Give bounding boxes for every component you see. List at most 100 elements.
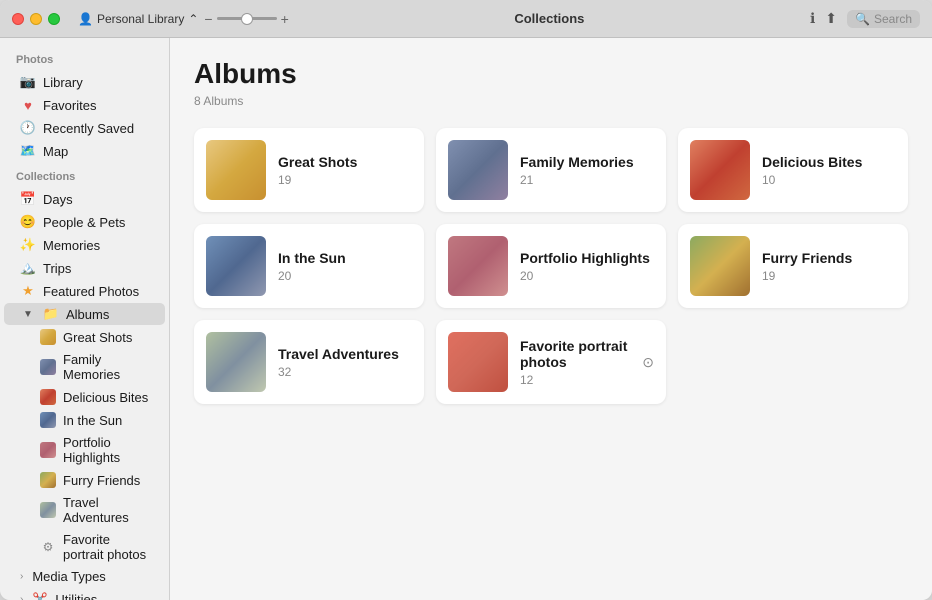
trips-icon: 🏔️ xyxy=(20,260,36,276)
album-card-furry-friends[interactable]: Furry Friends 19 xyxy=(678,224,908,308)
sidebar-item-memories[interactable]: ✨ Memories xyxy=(4,234,165,256)
in-the-sun-thumb xyxy=(206,236,266,296)
albums-icon: 📁 xyxy=(43,306,59,322)
sidebar-item-recently-saved[interactable]: 🕐 Recently Saved xyxy=(4,117,165,139)
sidebar-child-travel-adventures-label: Travel Adventures xyxy=(63,495,149,525)
album-card-portfolio-highlights[interactable]: Portfolio Highlights 20 xyxy=(436,224,666,308)
traffic-lights xyxy=(12,13,60,25)
travel-adventures-count: 32 xyxy=(278,365,412,379)
info-icon[interactable]: ℹ xyxy=(810,10,815,27)
family-memories-mini-thumb xyxy=(40,359,56,375)
sidebar-item-days[interactable]: 📅 Days xyxy=(4,188,165,210)
person-icon: 👤 xyxy=(78,12,93,26)
sidebar-child-favorite-portrait[interactable]: ⚙ Favorite portrait photos xyxy=(4,529,165,565)
sidebar-child-portfolio-highlights[interactable]: Portfolio Highlights xyxy=(4,432,165,468)
sidebar-item-media-types[interactable]: › Media Types xyxy=(4,566,165,587)
sidebar-child-travel-adventures[interactable]: Travel Adventures xyxy=(4,492,165,528)
sidebar-child-family-memories-label: Family Memories xyxy=(63,352,149,382)
maximize-button[interactable] xyxy=(48,13,60,25)
sidebar-item-memories-label: Memories xyxy=(43,238,100,253)
zoom-slider[interactable] xyxy=(217,17,277,20)
sidebar-item-trips-label: Trips xyxy=(43,261,71,276)
portfolio-name: Portfolio Highlights xyxy=(520,250,654,266)
titlebar-left: 👤 Personal Library ⌃ − + xyxy=(78,11,289,27)
sidebar-child-in-the-sun-label: In the Sun xyxy=(63,413,122,428)
media-types-expand-icon: › xyxy=(20,571,23,582)
furry-friends-name: Furry Friends xyxy=(762,250,896,266)
travel-adventures-thumb xyxy=(206,332,266,392)
zoom-thumb xyxy=(241,13,253,25)
great-shots-count: 19 xyxy=(278,173,412,187)
album-card-great-shots[interactable]: Great Shots 19 xyxy=(194,128,424,212)
family-memories-name: Family Memories xyxy=(520,154,654,170)
album-card-in-the-sun[interactable]: In the Sun 20 xyxy=(194,224,424,308)
favorite-portrait-count: 12 xyxy=(520,373,630,387)
app-window: 👤 Personal Library ⌃ − + Collections ℹ ⬆… xyxy=(0,0,932,600)
titlebar-right: ℹ ⬆ 🔍 Search xyxy=(810,10,920,28)
sidebar-item-media-types-label: Media Types xyxy=(32,569,105,584)
delicious-bites-info: Delicious Bites 10 xyxy=(762,154,896,187)
portfolio-mini-thumb xyxy=(40,442,56,458)
sidebar: Photos 📷 Library ♥ Favorites 🕐 Recently … xyxy=(0,38,170,600)
sidebar-item-albums[interactable]: ▼ 📁 Albums xyxy=(4,303,165,325)
sidebar-item-map[interactable]: 🗺️ Map xyxy=(4,140,165,162)
share-icon[interactable]: ⬆ xyxy=(825,10,837,27)
library-icon: 📷 xyxy=(20,74,36,90)
library-selector[interactable]: 👤 Personal Library ⌃ xyxy=(78,12,198,26)
album-card-family-memories[interactable]: Family Memories 21 xyxy=(436,128,666,212)
sidebar-child-delicious-bites[interactable]: Delicious Bites xyxy=(4,386,165,408)
featured-photos-icon: ★ xyxy=(20,283,36,299)
sidebar-item-albums-label: Albums xyxy=(66,307,109,322)
furry-friends-mini-thumb xyxy=(40,472,56,488)
sidebar-child-furry-friends-label: Furry Friends xyxy=(63,473,140,488)
close-button[interactable] xyxy=(12,13,24,25)
sidebar-child-great-shots[interactable]: Great Shots xyxy=(4,326,165,348)
family-memories-info: Family Memories 21 xyxy=(520,154,654,187)
album-card-favorite-portrait[interactable]: Favorite portrait photos 12 ⊙ xyxy=(436,320,666,404)
content: Photos 📷 Library ♥ Favorites 🕐 Recently … xyxy=(0,38,932,600)
sidebar-item-favorites[interactable]: ♥ Favorites xyxy=(4,94,165,116)
utilities-expand-icon: › xyxy=(20,594,23,600)
favorite-portrait-thumb xyxy=(448,332,508,392)
sidebar-item-people-pets[interactable]: 😊 People & Pets xyxy=(4,211,165,233)
sidebar-item-trips[interactable]: 🏔️ Trips xyxy=(4,257,165,279)
sidebar-child-furry-friends[interactable]: Furry Friends xyxy=(4,469,165,491)
favorites-icon: ♥ xyxy=(20,97,36,113)
sidebar-item-featured-photos[interactable]: ★ Featured Photos xyxy=(4,280,165,302)
favorite-portrait-icon: ⚙ xyxy=(40,539,56,555)
travel-adventures-name: Travel Adventures xyxy=(278,346,412,362)
in-the-sun-info: In the Sun 20 xyxy=(278,250,412,283)
sidebar-child-family-memories[interactable]: Family Memories xyxy=(4,349,165,385)
photos-section-header: Photos xyxy=(0,46,169,70)
sidebar-child-in-the-sun[interactable]: In the Sun xyxy=(4,409,165,431)
search-box[interactable]: 🔍 Search xyxy=(847,10,920,28)
portfolio-count: 20 xyxy=(520,269,654,283)
zoom-plus[interactable]: + xyxy=(281,11,289,27)
family-memories-thumb xyxy=(448,140,508,200)
great-shots-name: Great Shots xyxy=(278,154,412,170)
great-shots-mini-thumb xyxy=(40,329,56,345)
travel-adventures-info: Travel Adventures 32 xyxy=(278,346,412,379)
furry-friends-thumb xyxy=(690,236,750,296)
sidebar-child-portfolio-label: Portfolio Highlights xyxy=(63,435,149,465)
furry-friends-count: 19 xyxy=(762,269,896,283)
sidebar-item-utilities[interactable]: › ✂️ Utilities xyxy=(4,588,165,600)
portfolio-info: Portfolio Highlights 20 xyxy=(520,250,654,283)
zoom-minus[interactable]: − xyxy=(204,11,212,27)
delicious-bites-thumb xyxy=(690,140,750,200)
window-title: Collections xyxy=(514,11,584,26)
minimize-button[interactable] xyxy=(30,13,42,25)
people-pets-icon: 😊 xyxy=(20,214,36,230)
sidebar-item-featured-photos-label: Featured Photos xyxy=(43,284,139,299)
in-the-sun-mini-thumb xyxy=(40,412,56,428)
search-icon: 🔍 xyxy=(855,12,870,26)
travel-adventures-mini-thumb xyxy=(40,502,56,518)
sidebar-item-library[interactable]: 📷 Library xyxy=(4,71,165,93)
in-the-sun-count: 20 xyxy=(278,269,412,283)
map-icon: 🗺️ xyxy=(20,143,36,159)
album-card-travel-adventures[interactable]: Travel Adventures 32 xyxy=(194,320,424,404)
furry-friends-info: Furry Friends 19 xyxy=(762,250,896,283)
sidebar-child-delicious-bites-label: Delicious Bites xyxy=(63,390,148,405)
album-card-delicious-bites[interactable]: Delicious Bites 10 xyxy=(678,128,908,212)
in-the-sun-name: In the Sun xyxy=(278,250,412,266)
